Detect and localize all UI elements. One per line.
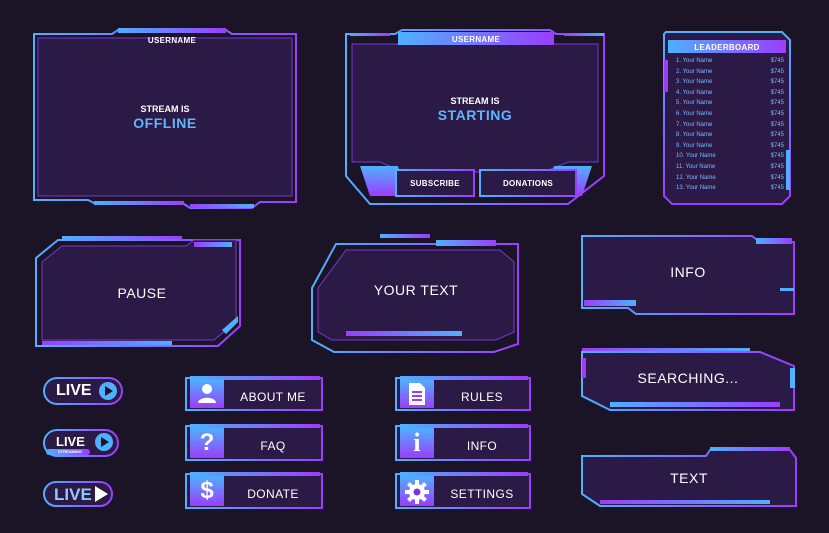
live-badge-2-label[interactable]: LIVE — [56, 434, 85, 449]
leaderboard-row: 5. Your Name $745 — [676, 100, 784, 106]
leaderboard-row: 12. Your Name $745 — [676, 175, 784, 181]
leaderboard-row-name: 2. Your Name — [676, 68, 713, 75]
live-badge-3-label[interactable]: LIVE — [54, 485, 92, 505]
leaderboard-row: 3. Your Name $745 — [676, 79, 784, 85]
leaderboard-row: 11. Your Name $745 — [676, 164, 784, 170]
gear-icon — [404, 479, 430, 505]
starting-username: USERNAME — [451, 35, 501, 44]
leaderboard-row-name: 11. Your Name — [676, 164, 716, 170]
leaderboard-row-name: 4. Your Name — [676, 89, 713, 96]
leaderboard-row-name: 6. Your Name — [676, 111, 713, 117]
leaderboard-row: 2. Your Name $745 — [676, 69, 784, 75]
leaderboard-row-value: $745 — [770, 121, 784, 128]
starting-status: STARTING — [437, 107, 513, 123]
about-me-button[interactable]: ABOUT ME — [226, 390, 320, 404]
faq-button[interactable]: FAQ — [226, 439, 320, 453]
info-button[interactable]: INFO — [436, 439, 528, 453]
donations-button[interactable]: DONATIONS — [480, 179, 576, 188]
leaderboard-row: 9. Your Name $745 — [676, 143, 784, 149]
leaderboard-row: 13. Your Name $745 — [676, 185, 784, 191]
leaderboard-row-name: 9. Your Name — [676, 142, 713, 149]
info-i-icon: i — [413, 428, 421, 457]
rules-button[interactable]: RULES — [436, 390, 528, 404]
leaderboard-row: 10. Your Name $745 — [676, 153, 784, 159]
leaderboard-row-name: 3. Your Name — [676, 79, 713, 86]
settings-button[interactable]: SETTINGS — [436, 487, 528, 501]
leaderboard-row: 4. Your Name $745 — [676, 90, 784, 96]
leaderboard-row: 6. Your Name $745 — [676, 111, 784, 117]
leaderboard-row-value: $745 — [770, 153, 784, 160]
leaderboard-row-value: $745 — [770, 79, 784, 86]
leaderboard-row-value: $745 — [770, 142, 784, 149]
leaderboard-row: 7. Your Name $745 — [676, 122, 784, 128]
question-icon: ? — [199, 429, 215, 456]
leaderboard-row-name: 7. Your Name — [676, 121, 713, 128]
leaderboard-list: 1. Your Name $745 2. Your Name $745 3. You… — [676, 58, 784, 198]
donate-button[interactable]: DONATE — [226, 487, 320, 501]
document-icon — [408, 382, 426, 406]
leaderboard-title: LEADERBOARD — [694, 43, 760, 52]
subscribe-button[interactable]: SUBSCRIBE — [396, 179, 474, 188]
info-label: INFO — [670, 264, 706, 280]
leaderboard-row-value: $745 — [770, 185, 784, 192]
leaderboard-row-value: $745 — [770, 174, 784, 181]
user-icon — [196, 382, 218, 404]
your-text-label: YOUR TEXT — [373, 282, 459, 298]
leaderboard-row-name: 10. Your Name — [676, 153, 716, 160]
offline-status: OFFLINE — [133, 115, 197, 131]
leaderboard-row: 8. Your Name $745 — [676, 132, 784, 138]
leaderboard-row-name: 5. Your Name — [676, 100, 713, 107]
starting-stream-is: STREAM IS — [450, 96, 500, 106]
play-icon — [100, 384, 114, 398]
leaderboard-row-value: $745 — [770, 58, 784, 64]
leaderboard-row: 1. Your Name $745 — [676, 58, 784, 64]
leaderboard-row-value: $745 — [770, 89, 784, 96]
leaderboard-row-name: 12. Your Name — [676, 174, 716, 181]
leaderboard-row-name: 13. Your Name — [676, 185, 716, 192]
live-badge-1-label[interactable]: LIVE — [56, 382, 92, 400]
leaderboard-row-value: $745 — [770, 132, 784, 139]
leaderboard-row-value: $745 — [770, 111, 784, 117]
dollar-icon: $ — [200, 477, 214, 504]
leaderboard-row-value: $745 — [770, 68, 784, 75]
leaderboard-row-name: 1. Your Name — [676, 58, 713, 64]
offline-stream-is: STREAM IS — [140, 104, 190, 114]
text-label: TEXT — [670, 470, 708, 486]
live-badge-2-streaming: STREAMING — [58, 449, 82, 454]
leaderboard-row-name: 8. Your Name — [676, 132, 713, 139]
searching-label: SEARCHING... — [637, 370, 739, 386]
leaderboard-row-value: $745 — [770, 100, 784, 107]
pause-label: PAUSE — [117, 285, 167, 301]
leaderboard-row-value: $745 — [770, 164, 784, 170]
offline-username: USERNAME — [147, 36, 197, 45]
